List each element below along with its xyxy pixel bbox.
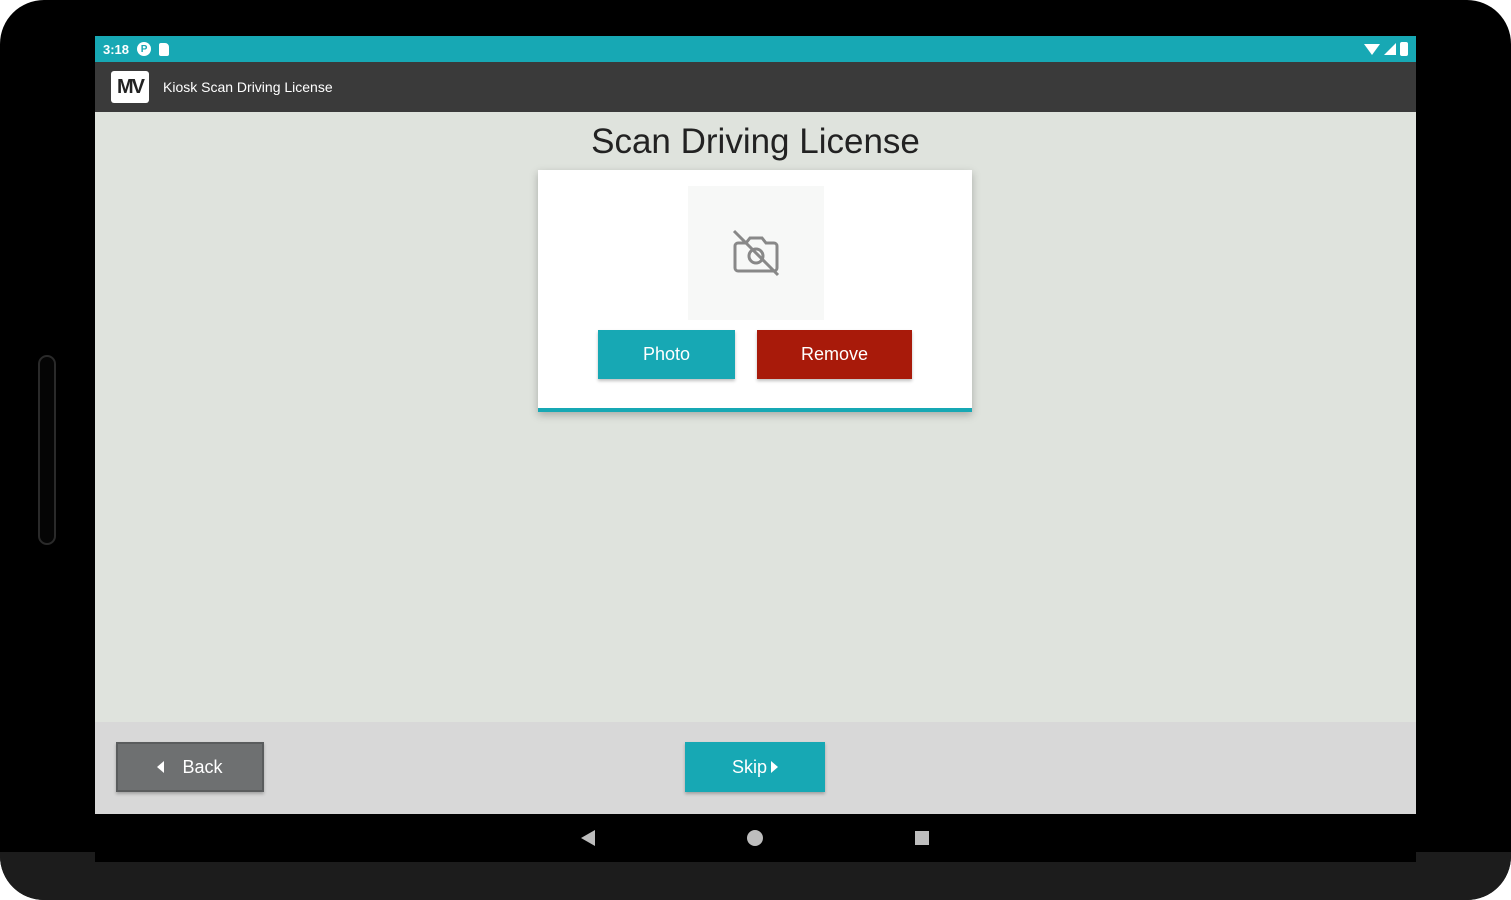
caret-left-icon bbox=[157, 761, 165, 773]
sd-card-icon bbox=[159, 42, 170, 56]
app-logo: MV bbox=[111, 71, 149, 103]
signal-icon bbox=[1384, 43, 1396, 55]
back-button[interactable]: Back bbox=[116, 742, 264, 792]
skip-button[interactable]: Skip bbox=[685, 742, 825, 792]
system-nav-bar bbox=[95, 814, 1416, 862]
skip-button-label: Skip bbox=[731, 756, 767, 777]
wifi-icon bbox=[1364, 43, 1380, 55]
tablet-frame: 3:18 P MV Kiosk Scan Driving License Sca… bbox=[0, 0, 1511, 900]
screen: 3:18 P MV Kiosk Scan Driving License Sca… bbox=[95, 36, 1416, 814]
photo-preview[interactable] bbox=[688, 186, 824, 320]
license-photo-card: Photo Remove bbox=[538, 170, 972, 412]
no-photo-camera-icon bbox=[732, 229, 780, 277]
caret-right-icon bbox=[771, 761, 778, 773]
back-button-label: Back bbox=[182, 756, 223, 777]
status-bar: 3:18 P bbox=[95, 36, 1416, 62]
page-title: Scan Driving License bbox=[591, 122, 920, 161]
tablet-side-button bbox=[38, 355, 56, 545]
recents-square-icon[interactable] bbox=[915, 831, 929, 845]
remove-button[interactable]: Remove bbox=[757, 330, 912, 379]
status-time: 3:18 bbox=[103, 41, 130, 57]
footer-bar: Back Skip bbox=[95, 722, 1416, 814]
back-triangle-icon[interactable] bbox=[581, 830, 595, 846]
home-circle-icon[interactable] bbox=[747, 830, 763, 846]
battery-icon bbox=[1400, 42, 1408, 56]
photo-button[interactable]: Photo bbox=[598, 330, 735, 379]
circle-p-icon: P bbox=[137, 42, 152, 56]
app-title: Kiosk Scan Driving License bbox=[163, 79, 333, 95]
app-bar: MV Kiosk Scan Driving License bbox=[95, 62, 1416, 112]
